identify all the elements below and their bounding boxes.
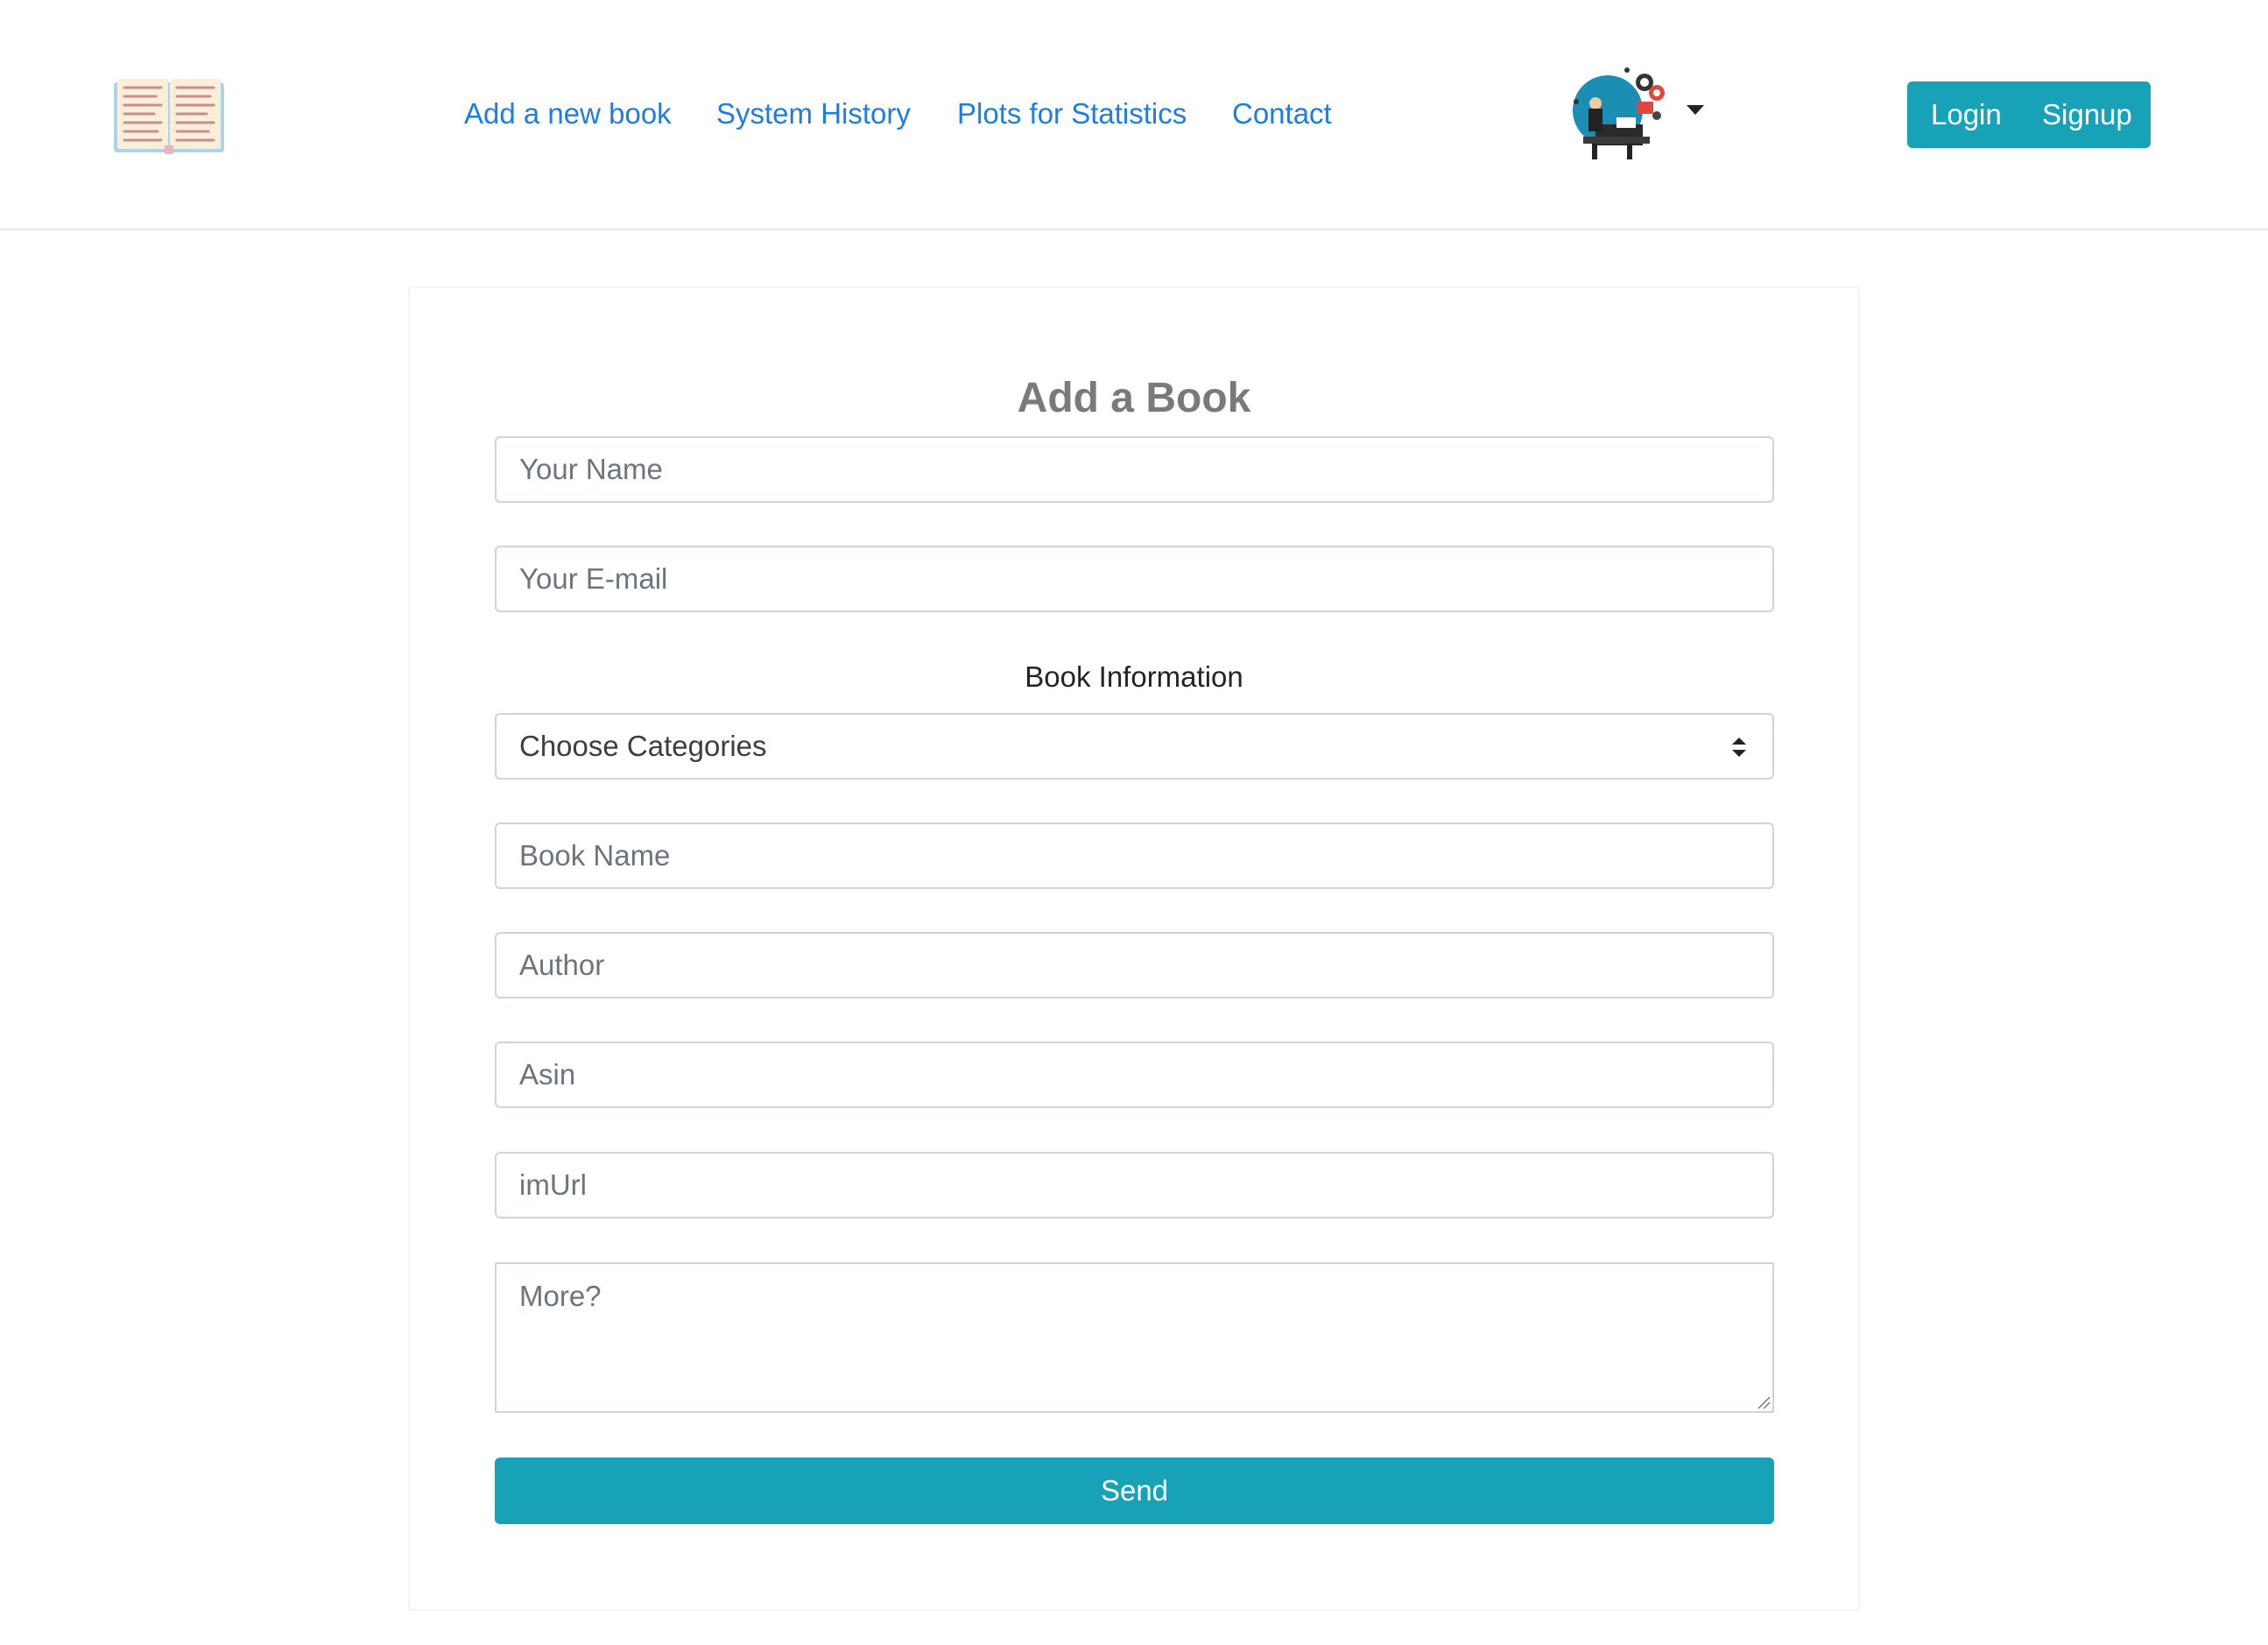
category-select[interactable]: Choose Categories	[495, 713, 1774, 780]
top-navbar: Add a new book System History Plots for …	[0, 0, 2268, 230]
auth-button-group: Login Signup	[1907, 81, 2151, 148]
your-name-input[interactable]	[495, 436, 1774, 503]
book-name-input[interactable]	[495, 822, 1774, 889]
login-button[interactable]: Login	[1931, 81, 2002, 148]
caret-down-icon[interactable]	[1687, 105, 1704, 115]
nav-system-history[interactable]: System History	[716, 96, 911, 131]
nav-add-new-book[interactable]: Add a new book	[464, 96, 672, 131]
category-select-value: Choose Categories	[519, 730, 767, 762]
open-book-icon[interactable]	[114, 75, 224, 156]
send-button[interactable]: Send	[495, 1458, 1774, 1524]
nav-contact[interactable]: Contact	[1232, 96, 1332, 131]
more-textarea[interactable]	[495, 1262, 1774, 1413]
asin-input[interactable]	[495, 1041, 1774, 1108]
select-arrows-icon	[1732, 738, 1746, 757]
user-menu-toggle[interactable]	[1566, 63, 1706, 165]
signup-button[interactable]: Signup	[2042, 81, 2132, 148]
your-email-input[interactable]	[495, 546, 1774, 612]
nav-plots-for-statistics[interactable]: Plots for Statistics	[957, 96, 1187, 131]
author-input[interactable]	[495, 932, 1774, 999]
resize-grip-icon[interactable]	[1757, 1395, 1771, 1409]
user-avatar-icon[interactable]	[1566, 63, 1667, 165]
book-information-label: Book Information	[1025, 660, 1243, 693]
form-title: Add a Book	[1017, 375, 1251, 421]
imurl-input[interactable]	[495, 1152, 1774, 1218]
